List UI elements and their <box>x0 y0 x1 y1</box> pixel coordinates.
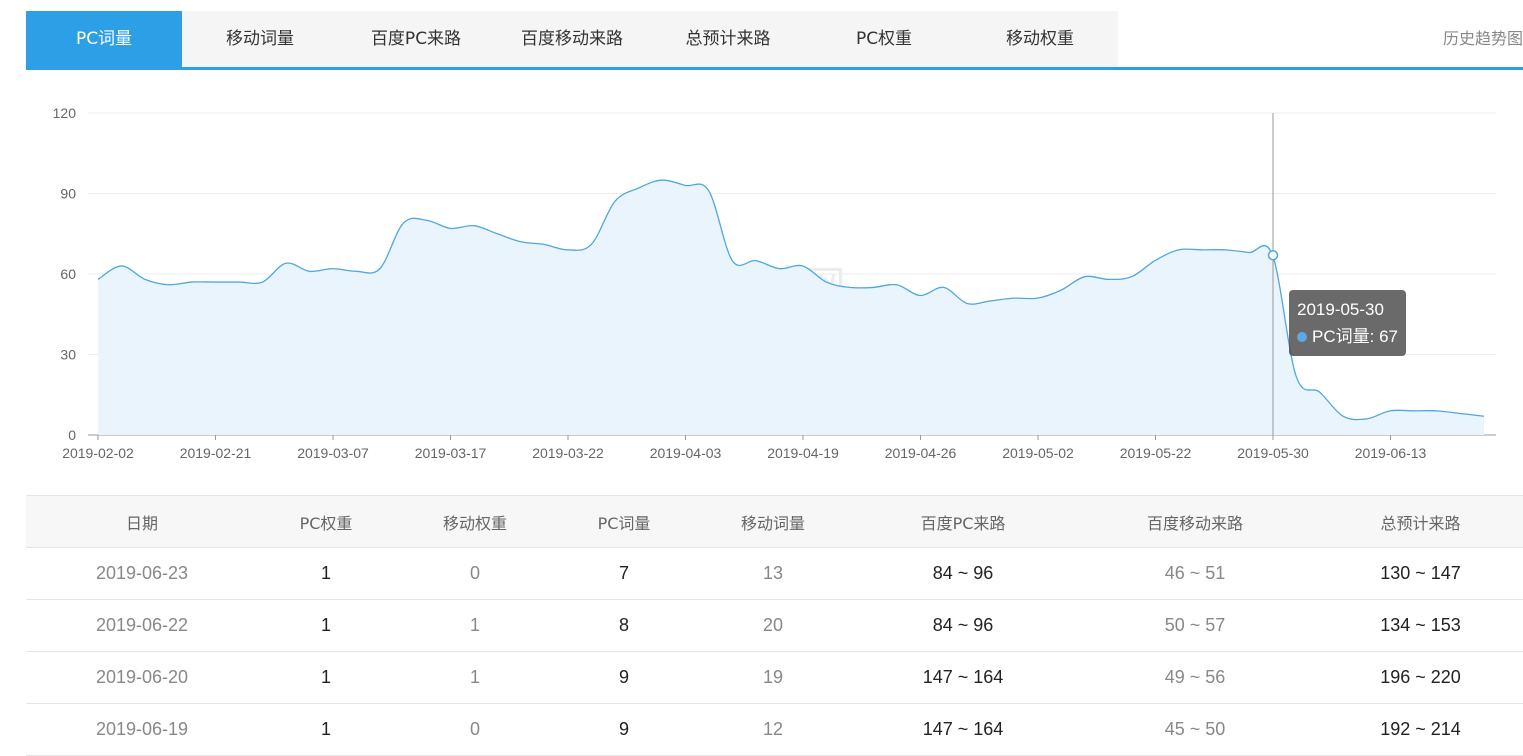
table-cell: 1 <box>469 667 480 687</box>
table-cell: 45 ~ 50 <box>1164 719 1226 739</box>
tab-1[interactable]: 移动词量 <box>182 11 338 67</box>
x-tick-label: 2019-04-03 <box>650 445 722 461</box>
table-cell: 130 ~ 147 <box>1380 563 1461 583</box>
table-cell: 8 <box>618 615 629 635</box>
area-fill <box>98 180 1484 435</box>
table-cell: 20 <box>762 615 784 635</box>
series-dot-icon <box>1297 332 1307 343</box>
x-tick-label: 2019-06-13 <box>1355 445 1427 461</box>
table-cell: 50 ~ 57 <box>1164 615 1226 635</box>
metric-tabs: PC词量 移动词量 百度PC来路 百度移动来路 总预计来路 PC权重 移动权重 历史趋势图 <box>26 11 1523 70</box>
x-tick-label: 2019-02-21 <box>180 445 252 461</box>
column-header: 总预计来路 <box>1380 513 1461 533</box>
tab-3[interactable]: 百度移动来路 <box>494 11 650 67</box>
column-header: 移动权重 <box>442 513 507 533</box>
hover-point <box>1267 249 1279 261</box>
tooltip-series: PC词量 <box>1312 327 1370 347</box>
x-tick-label: 2019-03-17 <box>415 445 487 461</box>
y-tick-label: 30 <box>60 347 76 363</box>
tab-0[interactable]: PC词量 <box>26 11 182 70</box>
table-cell: 0 <box>469 719 480 739</box>
x-tick-label: 2019-03-22 <box>532 445 604 461</box>
table-cell: 2019-06-22 <box>95 615 189 635</box>
table-row: 2019-06-20 1 1 9 19 147 ~ 164 49 ~ 56 196 ~ 220 <box>26 652 1523 704</box>
tab-4[interactable]: 总预计来路 <box>650 11 806 67</box>
x-tick-label: 2019-04-26 <box>885 445 957 461</box>
table-cell: 147 ~ 164 <box>922 719 1004 739</box>
table-cell: 1 <box>320 563 331 583</box>
column-header: 移动词量 <box>740 513 805 533</box>
table-cell: 147 ~ 164 <box>922 667 1004 687</box>
chart-tooltip: 2019-05-30 PC词量: 67 <box>1289 290 1406 357</box>
tab-underline <box>26 67 1523 70</box>
tab-bar: PC词量 移动词量 百度PC来路 百度移动来路 总预计来路 PC权重 移动权重 <box>26 11 1118 70</box>
y-tick-label: 0 <box>68 427 76 443</box>
trend-chart: 0306090120爱站网2019-02-022019-02-212019-03… <box>53 105 1496 461</box>
y-tick-label: 90 <box>60 186 76 202</box>
table-cell: 9 <box>618 667 629 687</box>
history-trend-link[interactable]: 历史趋势图 <box>1443 11 1523 67</box>
x-tick-label: 2019-03-07 <box>297 445 369 461</box>
table-cell: 84 ~ 96 <box>932 615 994 635</box>
table-cell: 13 <box>762 563 784 583</box>
table-cell: 49 ~ 56 <box>1164 667 1226 687</box>
y-tick-label: 120 <box>53 105 77 121</box>
x-tick-label: 2019-04-19 <box>767 445 839 461</box>
table-cell: 1 <box>320 667 331 687</box>
table-row: 2019-06-23 1 0 7 13 84 ~ 96 46 ~ 51 130 ~ 147 <box>26 548 1523 600</box>
table-cell: 192 ~ 214 <box>1380 719 1461 739</box>
x-tick-label: 2019-05-30 <box>1237 445 1309 461</box>
column-header: 日期 <box>125 513 158 533</box>
table-header-row: 日期 PC权重 移动权重 PC词量 移动词量 百度PC来路 百度移动来路 总预计来路 <box>26 495 1523 548</box>
table-cell: 196 ~ 220 <box>1380 667 1461 687</box>
tooltip-value: 67 <box>1379 327 1398 347</box>
column-header: 百度PC来路 <box>920 513 1006 533</box>
column-header: PC词量 <box>597 513 651 533</box>
table-cell: 12 <box>762 719 784 739</box>
tab-6[interactable]: 移动权重 <box>962 11 1118 67</box>
x-tick-label: 2019-02-02 <box>62 445 134 461</box>
table-cell: 1 <box>320 615 331 635</box>
table-cell: 1 <box>469 615 480 635</box>
table-cell: 0 <box>469 563 480 583</box>
table-cell: 2019-06-20 <box>95 667 189 687</box>
table-cell: 9 <box>618 719 629 739</box>
data-table: 日期 PC权重 移动权重 PC词量 移动词量 百度PC来路 百度移动来路 总预计来路 2019-… <box>26 495 1523 756</box>
column-header: PC权重 <box>299 513 353 533</box>
table-cell: 134 ~ 153 <box>1380 615 1461 635</box>
table-cell: 2019-06-23 <box>95 563 189 583</box>
y-tick-label: 60 <box>60 266 76 282</box>
x-tick-label: 2019-05-02 <box>1002 445 1074 461</box>
table-row: 2019-06-19 1 0 9 12 147 ~ 164 45 ~ 50 192 ~ 214 <box>26 704 1523 756</box>
column-header: 百度移动来路 <box>1146 513 1243 533</box>
table-cell: 2019-06-19 <box>95 719 189 739</box>
tab-2[interactable]: 百度PC来路 <box>338 11 494 67</box>
table-cell: 19 <box>762 667 784 687</box>
table-cell: 46 ~ 51 <box>1164 563 1226 583</box>
tooltip-date: 2019-05-30 <box>1297 300 1384 320</box>
table-row: 2019-06-22 1 1 8 20 84 ~ 96 50 ~ 57 134 ~ 153 <box>26 600 1523 652</box>
table-cell: 1 <box>320 719 331 739</box>
table-cell: 84 ~ 96 <box>932 563 994 583</box>
x-tick-label: 2019-05-22 <box>1120 445 1192 461</box>
tab-5[interactable]: PC权重 <box>806 11 962 67</box>
table-cell: 7 <box>618 563 629 583</box>
